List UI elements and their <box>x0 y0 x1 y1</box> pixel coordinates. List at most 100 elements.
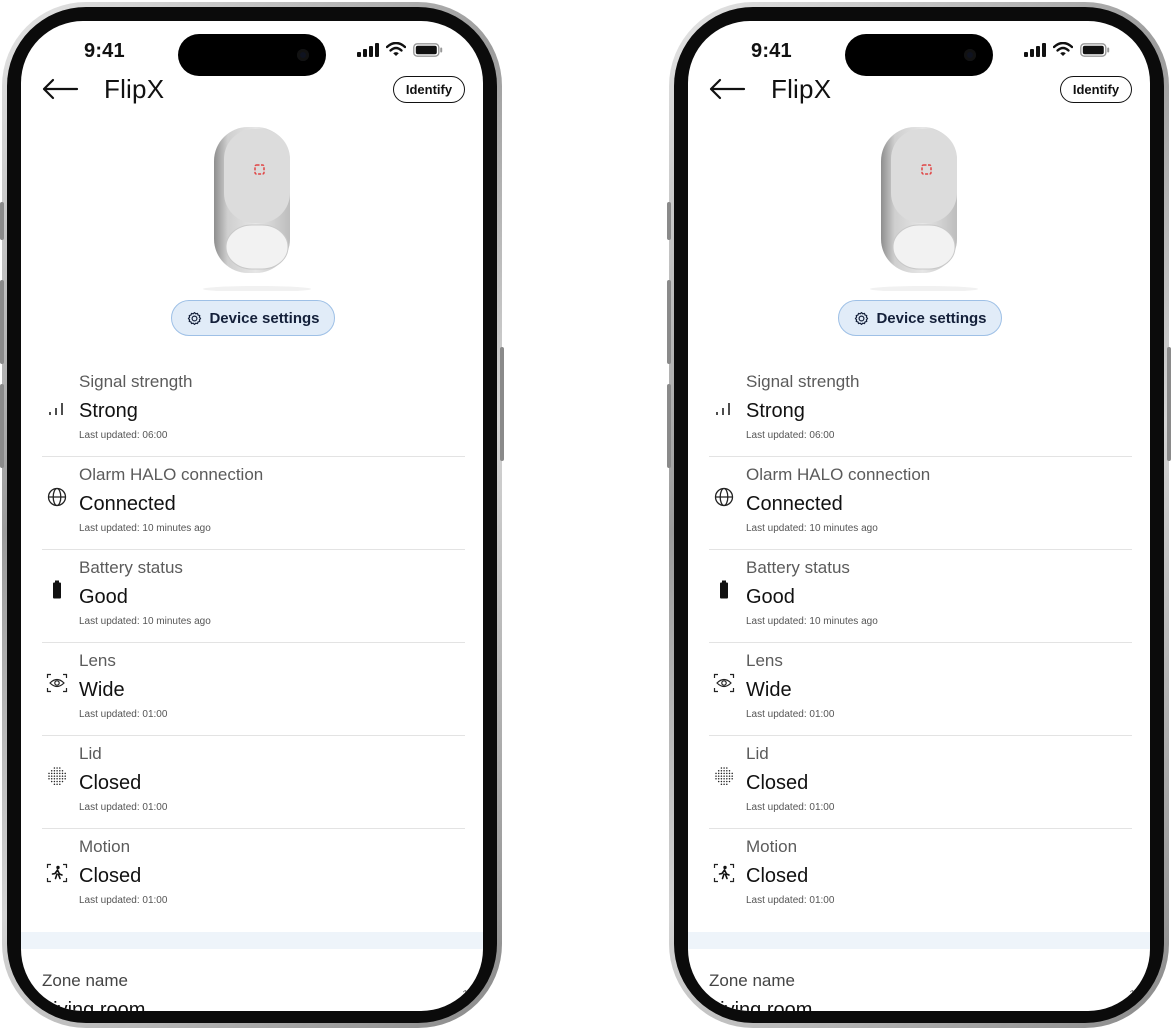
dynamic-island <box>845 34 993 76</box>
row-label: Lens <box>746 651 783 670</box>
dot-grid-dot <box>720 780 723 783</box>
status-row-lens: Lens Wide Last updated: 01:00 <box>42 643 465 736</box>
row-updated: Last updated: 01:00 <box>746 709 835 720</box>
row-value: Connected <box>79 493 176 515</box>
motion-person-icon <box>46 863 68 883</box>
dot-grid-dot <box>53 778 56 780</box>
dot-grid-dot <box>56 778 58 780</box>
action-button <box>667 202 671 240</box>
dot-grid-dot <box>726 775 728 777</box>
status-row-motion: Motion Closed Last updated: 01:00 <box>709 829 1132 929</box>
identify-button[interactable]: Identify <box>1060 76 1132 103</box>
dot-grid-dot <box>48 772 50 775</box>
volume-down-button <box>667 384 671 468</box>
zone-name-value[interactable]: Living room <box>42 999 145 1011</box>
status-row-signal-strength: Signal strength Strong Last updated: 06:… <box>42 364 465 457</box>
row-updated: Last updated: 01:00 <box>746 895 835 906</box>
page-title: FlipX <box>104 74 165 104</box>
row-label: Olarm HALO connection <box>746 465 931 484</box>
dot-grid-dot <box>726 772 728 775</box>
status-row-battery: Battery status Good Last updated: 10 min… <box>42 550 465 643</box>
dot-grid-dot <box>56 772 58 775</box>
dot-grid-dot <box>59 780 61 783</box>
status-time: 9:41 <box>84 40 125 62</box>
dot-grid-dot <box>731 772 733 775</box>
row-label: Lid <box>79 744 102 763</box>
status-row-halo-connection: Olarm HALO connection Connected Last upd… <box>42 457 465 550</box>
motion-sensor-image <box>203 127 311 291</box>
dot-grid-dot <box>715 775 717 777</box>
device-settings-label: Device settings <box>209 309 320 327</box>
battery-icon <box>720 580 728 599</box>
row-updated: Last updated: 01:00 <box>746 802 835 813</box>
back-arrow-icon[interactable] <box>41 77 79 101</box>
dot-grid-dot <box>61 780 64 783</box>
dot-grid-dot <box>726 778 728 780</box>
app-screen: 9:41 FlipX Identify Device settings Sign… <box>688 21 1150 1011</box>
dot-grid-dot <box>717 769 720 772</box>
dot-grid-dot <box>48 778 50 780</box>
dot-grid-dot <box>61 769 64 772</box>
status-row-lens: Lens Wide Last updated: 01:00 <box>709 643 1132 736</box>
dot-grid-dot <box>61 772 64 775</box>
wifi-icon <box>386 42 406 56</box>
dot-grid-dot <box>723 780 725 783</box>
dot-grid-dot <box>53 775 56 777</box>
signal-bars-icon <box>49 403 63 415</box>
power-button <box>1167 347 1171 461</box>
page-title: FlipX <box>771 74 832 104</box>
dot-grid-dot <box>53 780 56 783</box>
dot-grid-dot <box>728 775 731 777</box>
row-updated: Last updated: 06:00 <box>746 430 835 441</box>
dot-grid-dot <box>728 778 731 780</box>
row-label: Olarm HALO connection <box>79 465 264 484</box>
identify-button[interactable]: Identify <box>393 76 465 103</box>
device-settings-button[interactable]: Device settings <box>838 300 1002 336</box>
battery-status-icon <box>413 42 443 57</box>
section-divider-band <box>688 932 1150 949</box>
row-label: Motion <box>79 837 131 856</box>
zone-name-value[interactable]: Living room <box>709 999 812 1011</box>
camera-icon <box>297 49 309 61</box>
dot-grid-dot <box>723 783 725 785</box>
dot-grid-dot <box>720 769 723 772</box>
row-value: Strong <box>79 400 138 422</box>
status-list: Signal strength Strong Last updated: 06:… <box>709 364 1132 929</box>
dot-grid-dot <box>56 780 58 783</box>
dot-grid-dot <box>59 775 61 777</box>
row-value: Connected <box>746 493 843 515</box>
row-value: Wide <box>746 679 792 701</box>
dot-grid-dot <box>61 778 64 780</box>
dot-grid-dot <box>720 775 723 777</box>
dot-grid-dot <box>726 780 728 783</box>
dot-grid-dot <box>48 775 50 777</box>
device-settings-button[interactable]: Device settings <box>171 300 335 336</box>
action-button <box>0 202 4 240</box>
dot-grid-dot <box>53 769 56 772</box>
back-arrow-icon[interactable] <box>708 77 746 101</box>
row-label: Signal strength <box>746 372 860 391</box>
row-label: Battery status <box>79 558 183 577</box>
row-label: Signal strength <box>79 372 193 391</box>
dot-grid-dot <box>731 775 733 777</box>
dot-grid-dot <box>717 778 720 780</box>
dot-grid-dot <box>720 783 723 785</box>
cellular-signal-icon <box>1024 42 1046 57</box>
motion-sensor-image <box>870 127 978 291</box>
globe-icon <box>47 487 67 507</box>
volume-up-button <box>667 280 671 364</box>
phone-mockup-right: 9:41 FlipX Identify Device settings Sign… <box>667 2 1171 1028</box>
zone-name-label: Zone name <box>709 971 795 990</box>
dot-grid-dot <box>56 769 58 772</box>
dot-grid-dot <box>728 772 731 775</box>
row-updated: Last updated: 10 minutes ago <box>79 523 211 534</box>
dot-grid-dot <box>726 767 728 769</box>
device-settings-label: Device settings <box>876 309 987 327</box>
status-icons <box>1024 42 1110 57</box>
dot-grid-dot <box>64 778 66 780</box>
wifi-icon <box>1053 42 1073 56</box>
volume-down-button <box>0 384 4 468</box>
dot-grid-dot <box>731 778 733 780</box>
dot-grid-dot <box>53 783 56 785</box>
dot-grid-dot <box>715 778 717 780</box>
